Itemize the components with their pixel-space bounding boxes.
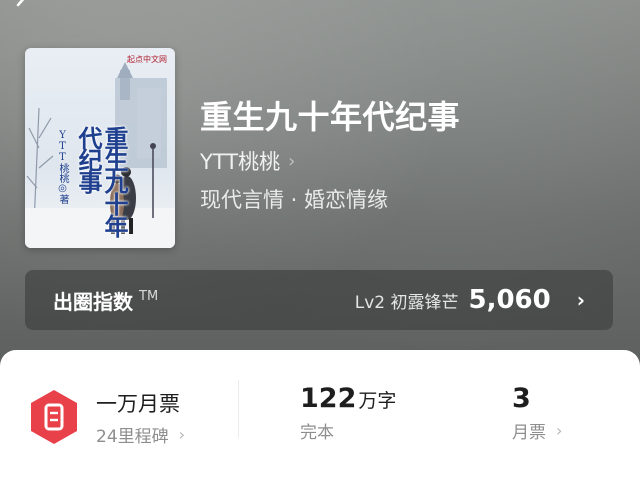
monthly-votes-value: 3: [512, 383, 531, 414]
cover-title-text: 重生九十年代纪事: [74, 126, 129, 236]
chevron-right-icon: ›: [178, 425, 186, 444]
chevron-right-icon: ›: [556, 421, 563, 440]
monthly-ticket-milestone[interactable]: 一万月票 24里程碑 ›: [96, 388, 185, 447]
monthly-votes-stat[interactable]: 3 月票 ›: [512, 383, 562, 443]
completion-status: 完本: [300, 423, 334, 443]
stats-divider: [238, 380, 239, 438]
chevron-right-icon: ›: [576, 288, 585, 312]
book-genre[interactable]: 现代言情 · 婚恋情缘: [200, 184, 388, 214]
popularity-index-card[interactable]: 出圈指数 TM Lv2 初露锋芒 5,060 ›: [25, 270, 613, 330]
word-count-row: 122 万字: [300, 383, 396, 414]
cover-publisher-logo: 起点中文网: [127, 55, 167, 64]
back-arrow-icon[interactable]: [12, 0, 34, 16]
ticket-icon: [31, 390, 77, 444]
cover-author-text: YTT桃桃◎著: [57, 130, 68, 204]
popularity-index-label: 出圈指数: [53, 289, 133, 314]
monthly-votes-label-row: 月票 ›: [512, 418, 562, 443]
milestone-subtitle-row: 24里程碑 ›: [96, 422, 185, 447]
chevron-right-icon: ›: [288, 150, 296, 172]
word-count-stat: 122 万字 完本: [300, 383, 396, 443]
popularity-index-summary: Lv2 初露锋芒 5,060 ›: [355, 285, 585, 315]
popularity-level: Lv2 初露锋芒: [354, 292, 459, 313]
popularity-value: 5,060: [468, 285, 551, 315]
book-title: 重生九十年代纪事: [200, 98, 461, 136]
word-count-value: 122: [300, 383, 357, 414]
author-link[interactable]: YTT桃桃 ›: [200, 146, 295, 176]
monthly-votes-label: 月票: [512, 423, 546, 443]
milestone-subtitle: 24里程碑: [96, 427, 169, 447]
word-count-unit: 万字: [358, 390, 397, 412]
stats-panel: 一万月票 24里程碑 › 122 万字 完本 3 月票 ›: [0, 350, 640, 490]
trademark-mark: TM: [139, 288, 159, 304]
milestone-title: 一万月票: [96, 392, 180, 416]
book-cover[interactable]: 起点中文网 YTT桃桃◎著 重生九十年代纪事: [25, 48, 175, 248]
author-name: YTT桃桃: [200, 150, 281, 174]
